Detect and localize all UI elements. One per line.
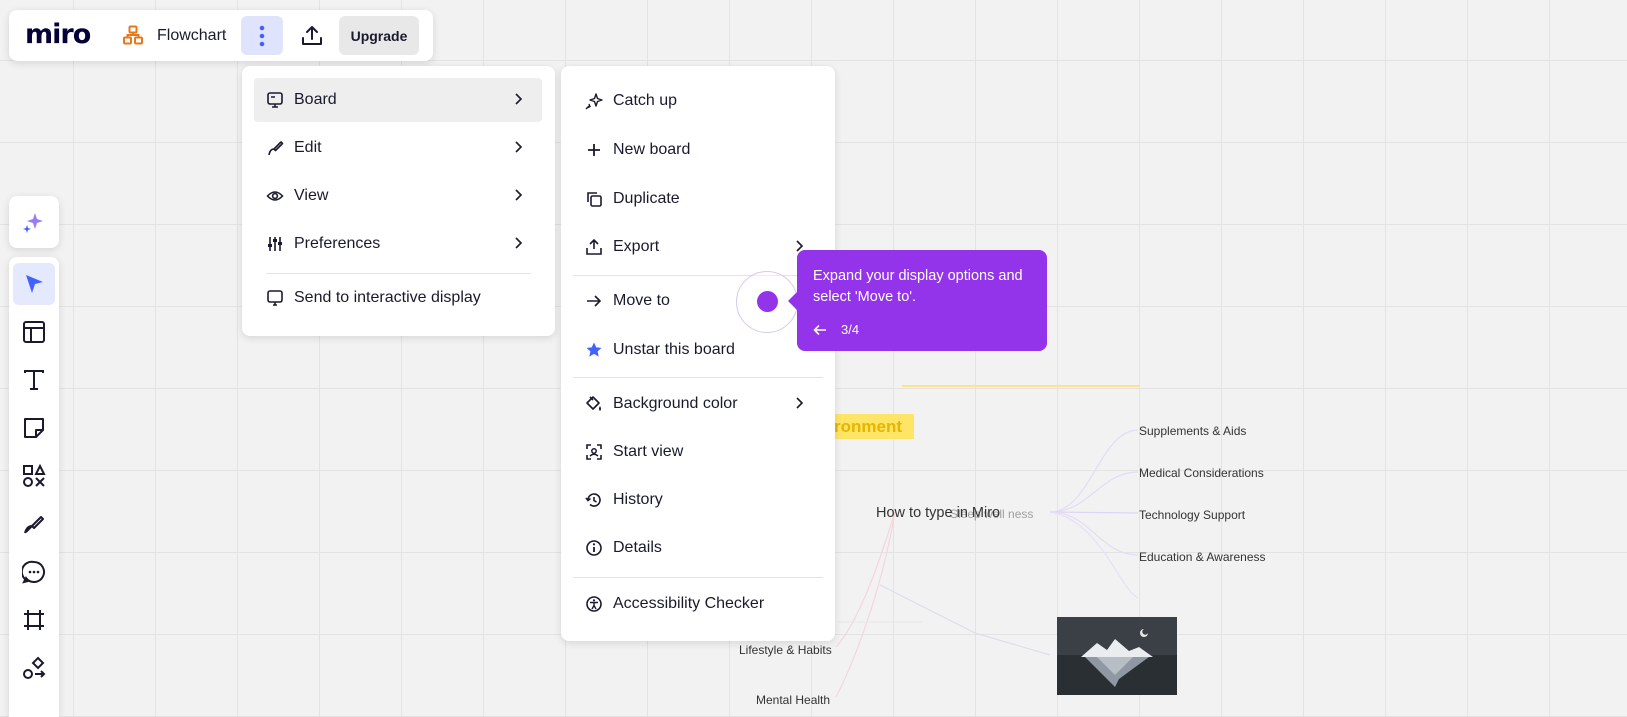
accessibility-icon bbox=[585, 595, 603, 613]
star-icon bbox=[585, 341, 603, 359]
miro-logo[interactable]: miro bbox=[25, 21, 91, 48]
submenu-item-label: Duplicate bbox=[613, 190, 680, 207]
submenu-divider bbox=[573, 377, 823, 378]
main-menu: Board Edit View Preferences Send to inte… bbox=[242, 66, 555, 336]
iceberg-image[interactable] bbox=[1057, 617, 1177, 695]
menu-item-label: Edit bbox=[294, 139, 322, 156]
export-icon bbox=[585, 238, 603, 256]
display-icon bbox=[266, 289, 284, 307]
chevron-right-icon bbox=[510, 139, 526, 155]
info-icon bbox=[585, 539, 603, 557]
branch-supplements[interactable]: Supplements & Aids bbox=[1139, 424, 1246, 438]
submenu-item-unstar[interactable]: Unstar this board bbox=[573, 328, 823, 372]
sparkles-icon bbox=[585, 92, 603, 110]
kebab-icon bbox=[259, 25, 265, 46]
chevron-right-icon bbox=[510, 235, 526, 251]
chevron-right-icon bbox=[510, 187, 526, 203]
text-icon[interactable] bbox=[13, 359, 55, 401]
ai-panel bbox=[9, 196, 59, 248]
menu-item-label: View bbox=[294, 187, 329, 204]
submenu-divider bbox=[573, 577, 823, 578]
share-button[interactable] bbox=[293, 16, 331, 55]
history-icon bbox=[585, 491, 603, 509]
submenu-item-label: Move to bbox=[613, 292, 670, 309]
templates-icon[interactable] bbox=[13, 311, 55, 353]
submenu-item-label: Catch up bbox=[613, 92, 678, 109]
submenu-item-accessibility[interactable]: Accessibility Checker bbox=[573, 582, 823, 626]
topic-environment[interactable]: ronment bbox=[830, 414, 914, 439]
submenu-divider bbox=[573, 275, 823, 276]
submenu-item-label: Details bbox=[613, 539, 662, 556]
back-arrow-icon[interactable] bbox=[813, 324, 827, 336]
branch-education[interactable]: Education & Awareness bbox=[1139, 550, 1266, 564]
branch-technology[interactable]: Technology Support bbox=[1139, 508, 1245, 522]
arrow-right-icon bbox=[585, 292, 603, 310]
sticky-note-icon[interactable] bbox=[13, 407, 55, 449]
hotspot-dot[interactable] bbox=[757, 291, 778, 312]
submenu-item-label: History bbox=[613, 491, 663, 508]
center-topic[interactable]: How to type in Miro bbox=[876, 505, 1000, 521]
board-title[interactable]: Flowchart bbox=[157, 27, 226, 45]
menu-item-view[interactable]: View bbox=[254, 174, 542, 218]
submenu-item-label: Export bbox=[613, 238, 660, 255]
tooltip-nav: 3/4 bbox=[813, 322, 859, 337]
submenu-item-export[interactable]: Export bbox=[573, 225, 823, 269]
menu-item-label: Send to interactive display bbox=[294, 289, 481, 306]
submenu-item-label: Unstar this board bbox=[613, 341, 735, 358]
chevron-right-icon bbox=[510, 91, 526, 107]
board-icon bbox=[266, 91, 284, 109]
menu-item-send-to-display[interactable]: Send to interactive display bbox=[254, 276, 542, 320]
connector-highlight bbox=[902, 385, 1140, 387]
menu-item-board[interactable]: Board bbox=[254, 78, 542, 122]
submenu-item-label: Start view bbox=[613, 443, 684, 460]
upgrade-button[interactable]: Upgrade bbox=[339, 16, 419, 55]
left-toolbar bbox=[9, 257, 59, 717]
start-view-icon bbox=[585, 443, 603, 461]
plus-icon bbox=[585, 141, 603, 159]
submenu-item-details[interactable]: Details bbox=[573, 526, 823, 570]
select-icon[interactable] bbox=[13, 263, 55, 305]
submenu-item-label: Accessibility Checker bbox=[613, 595, 765, 612]
top-bar: miro Flowchart Upgrade bbox=[9, 10, 433, 61]
submenu-item-catch-up[interactable]: Catch up bbox=[573, 79, 823, 123]
shapes-icon[interactable] bbox=[13, 455, 55, 497]
menu-item-preferences[interactable]: Preferences bbox=[254, 222, 542, 266]
submenu-item-background-color[interactable]: Background color bbox=[573, 382, 823, 426]
frame-icon[interactable] bbox=[13, 599, 55, 641]
board-menu-button[interactable] bbox=[241, 16, 283, 55]
menu-item-edit[interactable]: Edit bbox=[254, 126, 542, 170]
pen-icon[interactable] bbox=[13, 503, 55, 545]
chevron-right-icon bbox=[791, 395, 807, 411]
submenu-item-new-board[interactable]: New board bbox=[573, 128, 823, 172]
guide-tooltip: Expand your display options and select '… bbox=[788, 250, 1047, 351]
sliders-icon bbox=[266, 235, 284, 253]
tooltip-text: Expand your display options and select '… bbox=[813, 268, 1023, 305]
submenu-item-label: Background color bbox=[613, 395, 738, 412]
submenu-item-duplicate[interactable]: Duplicate bbox=[573, 177, 823, 221]
more-tools-icon[interactable] bbox=[13, 647, 55, 689]
ai-sparkle-icon[interactable] bbox=[13, 201, 55, 243]
submenu-item-history[interactable]: History bbox=[573, 478, 823, 522]
branch-medical[interactable]: Medical Considerations bbox=[1139, 466, 1264, 480]
comment-icon[interactable] bbox=[13, 551, 55, 593]
submenu-item-start-view[interactable]: Start view bbox=[573, 430, 823, 474]
branch-mental-health[interactable]: Mental Health bbox=[756, 693, 830, 707]
pen-icon bbox=[266, 139, 284, 157]
menu-divider bbox=[266, 273, 531, 274]
branch-lifestyle[interactable]: Lifestyle & Habits bbox=[739, 643, 832, 657]
eye-icon bbox=[266, 187, 284, 205]
menu-item-label: Board bbox=[294, 91, 337, 108]
tooltip-step: 3/4 bbox=[841, 322, 860, 337]
board-submenu: Catch up New board Duplicate Export Move… bbox=[561, 66, 835, 641]
upload-icon bbox=[302, 25, 322, 45]
menu-item-label: Preferences bbox=[294, 235, 381, 252]
flowchart-icon bbox=[123, 25, 143, 45]
submenu-item-label: New board bbox=[613, 141, 691, 158]
paint-bucket-icon bbox=[585, 395, 603, 413]
duplicate-icon bbox=[585, 190, 603, 208]
